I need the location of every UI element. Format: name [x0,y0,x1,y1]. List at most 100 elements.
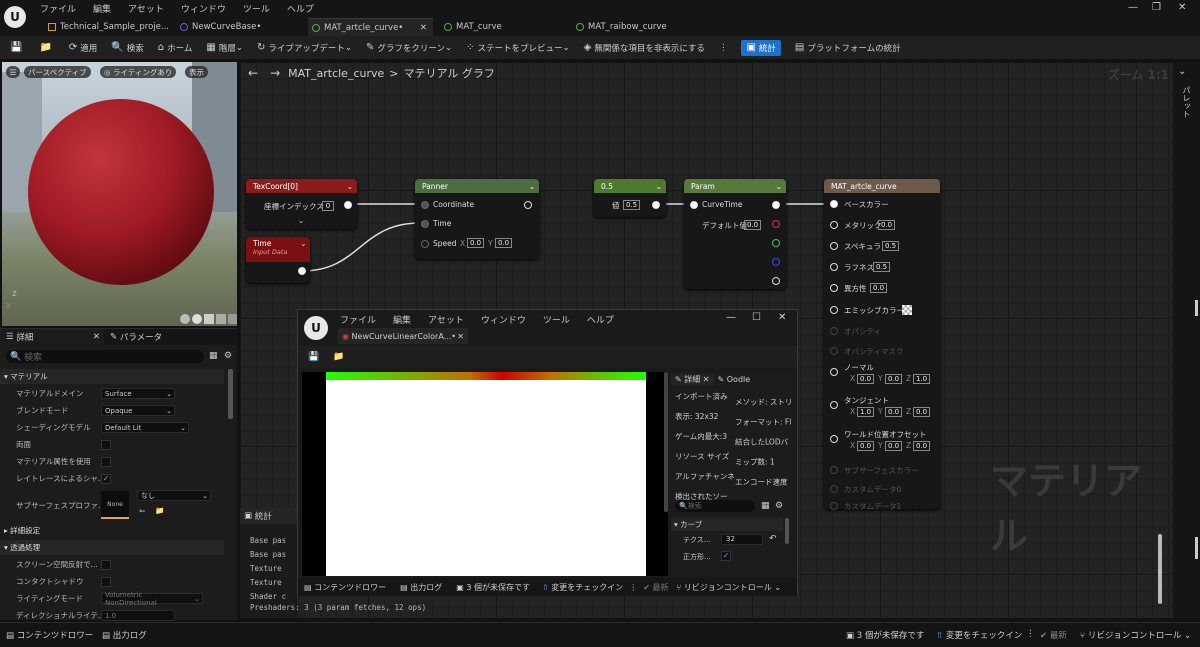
curve-menu-file[interactable]: ファイル [340,313,376,326]
more-options-icon[interactable]: ⋮ [1026,629,1035,639]
section-curve[interactable]: ▾ カーブ [671,518,783,531]
section-translucency[interactable]: ▾ 透過処理 [0,540,224,555]
graph-scrollbar[interactable] [1158,534,1162,604]
cube-icon[interactable] [216,314,226,324]
normal-y[interactable]: 0.0 [885,374,903,384]
coord-index-value[interactable]: 0 [322,201,334,211]
base-color-pin[interactable] [830,200,838,208]
subsurface-thumbnail[interactable]: None [101,491,129,519]
close-icon[interactable]: ✕ [457,332,464,341]
viewport-menu-icon[interactable]: ☰ [6,66,20,78]
plane-icon[interactable] [204,314,214,324]
section-material[interactable]: ▾ マテリアル [0,369,224,384]
tangent-y[interactable]: 0.0 [885,407,903,417]
chevron-down-icon[interactable]: ⌄ [347,182,353,191]
menu-window[interactable]: ウィンドウ [181,2,226,15]
minimize-icon[interactable]: — [1128,2,1138,13]
tab-mat-raibow-curve[interactable]: MAT_raibow_curve [572,18,702,36]
browse-icon[interactable]: 📁 [333,352,344,362]
coordinate-pin[interactable] [421,201,429,209]
wpo-pin[interactable] [830,435,838,443]
teapot-icon[interactable] [228,314,237,324]
default-value[interactable]: 0.0 [744,220,762,230]
node-panner[interactable]: Panner ⌄ Coordinate Time Speed X 0.0 Y 0.… [415,179,539,259]
curve-content-drawer-button[interactable]: ▤ コンテンツドロワー [304,582,386,593]
section-advanced[interactable]: ▸ 詳細設定 [0,523,224,538]
curve-details-scrollbar[interactable] [785,518,789,544]
maximize-icon[interactable]: ☐ [752,312,761,323]
output-pin-r[interactable] [772,220,780,228]
browse-icon[interactable]: 📁 [39,42,54,53]
normal-x[interactable]: 0.0 [857,374,875,384]
tab-newcurvebase[interactable]: NewCurveBase• [176,18,296,36]
wpo-z[interactable]: 0.0 [913,441,931,451]
emissive-color-swatch[interactable] [902,305,912,315]
shading-model-select[interactable]: Default Lit ⌄ [101,422,189,433]
unsaved-button[interactable]: ▣ 3 個が未保存です [846,629,924,641]
curve-menu-asset[interactable]: アセット [428,313,464,326]
curve-unsaved-button[interactable]: ▣ 3 個が未保存です [456,582,530,593]
more-options-icon[interactable]: ⋮ [719,43,728,53]
curve-revision-button[interactable]: ⑂ リビジョンコントロール ⌄ [676,582,781,593]
unreal-logo-icon[interactable]: U [4,6,26,28]
speed-pin[interactable] [421,240,429,248]
sphere-icon[interactable] [192,314,202,324]
close-icon[interactable]: ✕ [93,332,100,342]
grid-view-icon[interactable]: ▦ [761,501,770,511]
wpo-y[interactable]: 0.0 [885,441,903,451]
close-window-icon[interactable]: ✕ [1178,2,1186,13]
curve-checkin-button[interactable]: ⇧ 変更をチェックイン [542,582,623,593]
chevron-down-icon[interactable]: ⌄ [1178,66,1186,77]
anisotropy-value[interactable]: 0.0 [870,283,888,293]
constant-value[interactable]: 0.5 [623,200,641,210]
save-icon[interactable]: 💾 [10,42,25,53]
tangent-z[interactable]: 0.0 [913,407,931,417]
details-search-input[interactable]: 🔍 検索 [6,350,204,363]
output-pin[interactable] [298,267,306,275]
details-scrollbar[interactable] [228,369,233,419]
material-domain-select[interactable]: Surface ⌄ [101,388,175,399]
roughness-value[interactable]: 0.5 [873,262,891,272]
curve-menu-help[interactable]: ヘルプ [587,313,614,326]
curve-search-input[interactable]: 🔍 検索 [675,500,755,512]
ssr-checkbox[interactable] [101,559,111,570]
curvetime-pin[interactable] [690,201,698,209]
clean-graph-button[interactable]: ✎ グラフをクリーン ⌄ [366,42,452,54]
latest-button[interactable]: ✔ 最新 [1040,629,1067,641]
chevron-down-icon[interactable]: ⌄ [776,182,782,191]
tab-mat-artcle-curve[interactable]: MAT_artcle_curve• ✕ [308,18,433,36]
browse-asset-icon[interactable]: 📁 [155,506,164,515]
close-window-icon[interactable]: ✕ [778,312,786,323]
metallic-pin[interactable] [830,221,838,229]
palette-tab[interactable]: パレット [1181,86,1192,118]
anisotropy-pin[interactable] [830,284,838,292]
contact-shadows-checkbox[interactable] [101,576,111,587]
preview-scrollbar[interactable] [664,372,668,512]
menu-edit[interactable]: 編集 [93,2,111,15]
square-checkbox[interactable]: ✓ [721,551,731,561]
subsurface-profile-select[interactable]: なし ⌄ [137,490,211,501]
lighting-mode-select[interactable]: Volumetric NonDirectional ⌄ [101,591,203,607]
material-attributes-checkbox[interactable] [101,456,111,467]
unreal-logo-icon[interactable]: U [304,316,328,340]
output-log-button[interactable]: ▤ 出力ログ [102,629,147,641]
use-selected-icon[interactable]: ⇐ [139,506,145,515]
chevron-down-icon[interactable]: ⌄ [300,239,307,248]
blend-mode-select[interactable]: Opaque ⌄ [101,405,175,416]
speed-y-value[interactable]: 0.0 [495,238,513,248]
checkin-button[interactable]: ⇧ 変更をチェックイン [936,629,1022,641]
reset-icon[interactable]: ↶ [769,534,777,544]
specular-pin[interactable] [830,242,838,250]
curve-preview-area[interactable] [302,372,668,576]
two-sided-checkbox[interactable] [101,439,111,450]
output-pin-b[interactable] [772,258,780,266]
tangent-pin[interactable] [830,401,838,409]
wpo-x[interactable]: 0.0 [857,441,875,451]
grid-view-icon[interactable]: ▦ [209,351,218,361]
curve-output-log-button[interactable]: ▤ 出力ログ [400,582,442,593]
save-icon[interactable]: 💾 [308,352,319,362]
hierarchy-button[interactable]: ▦ 階層 ⌄ [206,42,243,54]
more-options-icon[interactable]: ⋮ [629,583,637,592]
expand-chevron-icon[interactable]: ⌄ [298,216,304,225]
menu-file[interactable]: ファイル [40,2,76,15]
